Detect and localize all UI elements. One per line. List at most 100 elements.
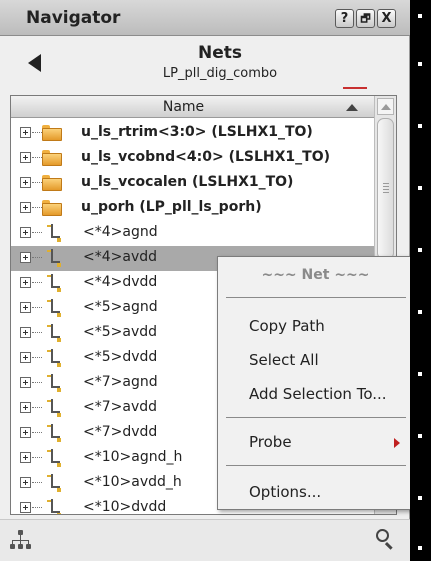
nav-subtitle: LP_pll_dig_combo [162, 66, 278, 81]
expand-toggle-icon[interactable] [20, 227, 31, 238]
tree-connector [32, 457, 42, 458]
scroll-up-button[interactable] [377, 98, 394, 115]
title-bar[interactable]: Navigator ? 🗗 X [0, 0, 410, 36]
tree-row-label: u_ls_vcobnd<4:0> (LSLHX1_TO) [81, 149, 330, 165]
tree-row-label: <*7>agnd [83, 374, 158, 390]
back-arrow-icon[interactable] [28, 54, 41, 72]
tree-connector [32, 482, 42, 483]
tree-connector [32, 257, 42, 258]
expand-toggle-icon[interactable] [20, 352, 31, 363]
net-icon [44, 424, 62, 444]
bottom-toolbar [0, 519, 410, 561]
tree-row-label: <*10>avdd_h [83, 474, 182, 490]
scroll-thumb[interactable] [377, 118, 394, 260]
expand-toggle-icon[interactable] [20, 252, 31, 263]
net-icon [44, 349, 62, 369]
tree-connector [32, 332, 42, 333]
expand-toggle-icon[interactable] [20, 327, 31, 338]
tree-connector [32, 357, 42, 358]
column-header-label: Name [162, 99, 205, 115]
tree-row-label: <*7>dvdd [83, 424, 158, 440]
probe-menu-item[interactable]: Probe [249, 433, 292, 451]
tree-connector [32, 432, 42, 433]
add-selection-menu-item[interactable]: Add Selection To... [249, 385, 387, 403]
context-menu-header: ~~~ Net ~~~ [261, 267, 370, 283]
tree-row-label: <*10>dvdd [83, 499, 167, 515]
expand-toggle-icon[interactable] [20, 452, 31, 463]
tree-row-instance[interactable]: u_ls_vcocalen (LSLHX1_TO) [11, 171, 374, 196]
tree-row-label: <*4>agnd [83, 224, 158, 240]
window-title: Navigator [26, 8, 121, 28]
folder-icon [42, 200, 62, 216]
net-icon [44, 474, 62, 494]
options-menu-item[interactable]: Options... [249, 483, 321, 501]
nav-title: Nets [197, 43, 242, 63]
expand-toggle-icon[interactable] [20, 477, 31, 488]
tree-connector [32, 407, 42, 408]
tree-connector [32, 132, 42, 133]
net-icon [44, 299, 62, 319]
tree-connector [32, 182, 42, 183]
tree-row-label: <*5>agnd [83, 299, 158, 315]
tree-row-label: u_porh (LP_pll_ls_porh) [81, 199, 262, 215]
expand-toggle-icon[interactable] [20, 202, 31, 213]
tree-connector [32, 382, 42, 383]
expand-toggle-icon[interactable] [20, 427, 31, 438]
tree-connector [32, 207, 42, 208]
help-button[interactable]: ? [335, 9, 354, 28]
net-icon [44, 249, 62, 269]
tree-row-instance[interactable]: u_ls_vcobnd<4:0> (LSLHX1_TO) [11, 146, 374, 171]
tree-row-instance[interactable]: u_ls_rtrim<3:0> (LSLHX1_TO) [11, 121, 374, 146]
tree-connector [32, 507, 42, 508]
net-icon [44, 449, 62, 469]
hierarchy-icon[interactable] [10, 530, 32, 550]
copy-path-menu-item[interactable]: Copy Path [249, 317, 325, 335]
expand-toggle-icon[interactable] [20, 277, 31, 288]
folder-icon [42, 150, 62, 166]
tree-connector [32, 157, 42, 158]
expand-toggle-icon[interactable] [20, 152, 31, 163]
close-button[interactable]: X [377, 9, 396, 28]
net-icon [44, 274, 62, 294]
tree-row-label: <*7>avdd [83, 399, 158, 415]
navigator-panel: Navigator ? 🗗 X Nets LP_pll_dig_combo Na… [0, 0, 412, 561]
tree-row-instance[interactable]: u_porh (LP_pll_ls_porh) [11, 196, 374, 221]
name-column-header[interactable]: Name [11, 96, 374, 118]
context-menu: ~~~ Net ~~~ Copy Path Select All Add Sel… [217, 256, 412, 510]
tree-connector [32, 307, 42, 308]
expand-toggle-icon[interactable] [20, 302, 31, 313]
net-icon [44, 499, 62, 514]
expand-toggle-icon[interactable] [20, 502, 31, 513]
tree-connector [32, 282, 42, 283]
expand-toggle-icon[interactable] [20, 127, 31, 138]
tree-row-label: <*5>avdd [83, 324, 158, 340]
net-icon [44, 224, 62, 244]
tree-row-label: <*4>dvdd [83, 274, 158, 290]
float-button[interactable]: 🗗 [356, 9, 375, 28]
expand-toggle-icon[interactable] [20, 177, 31, 188]
submenu-arrow-icon [394, 438, 400, 448]
menu-separator [226, 417, 406, 418]
tree-row-net[interactable]: <*4>agnd [11, 221, 374, 246]
menu-separator [226, 297, 406, 298]
red-indicator [343, 87, 367, 89]
tree-row-label: <*10>agnd_h [83, 449, 183, 465]
navigation-header: Nets LP_pll_dig_combo [0, 36, 410, 92]
net-icon [44, 399, 62, 419]
menu-separator [226, 465, 406, 466]
net-icon [44, 374, 62, 394]
expand-toggle-icon[interactable] [20, 377, 31, 388]
sort-ascending-icon [346, 104, 358, 111]
select-all-menu-item[interactable]: Select All [249, 351, 319, 369]
folder-icon [42, 125, 62, 141]
tree-connector [32, 232, 42, 233]
folder-icon [42, 175, 62, 191]
tree-row-label: <*4>avdd [83, 249, 158, 265]
tree-row-label: <*5>dvdd [83, 349, 158, 365]
search-icon[interactable] [376, 529, 398, 551]
tree-row-label: u_ls_rtrim<3:0> (LSLHX1_TO) [81, 124, 313, 140]
adjacent-window-edge [410, 0, 431, 561]
expand-toggle-icon[interactable] [20, 402, 31, 413]
net-icon [44, 324, 62, 344]
tree-row-label: u_ls_vcocalen (LSLHX1_TO) [81, 174, 294, 190]
